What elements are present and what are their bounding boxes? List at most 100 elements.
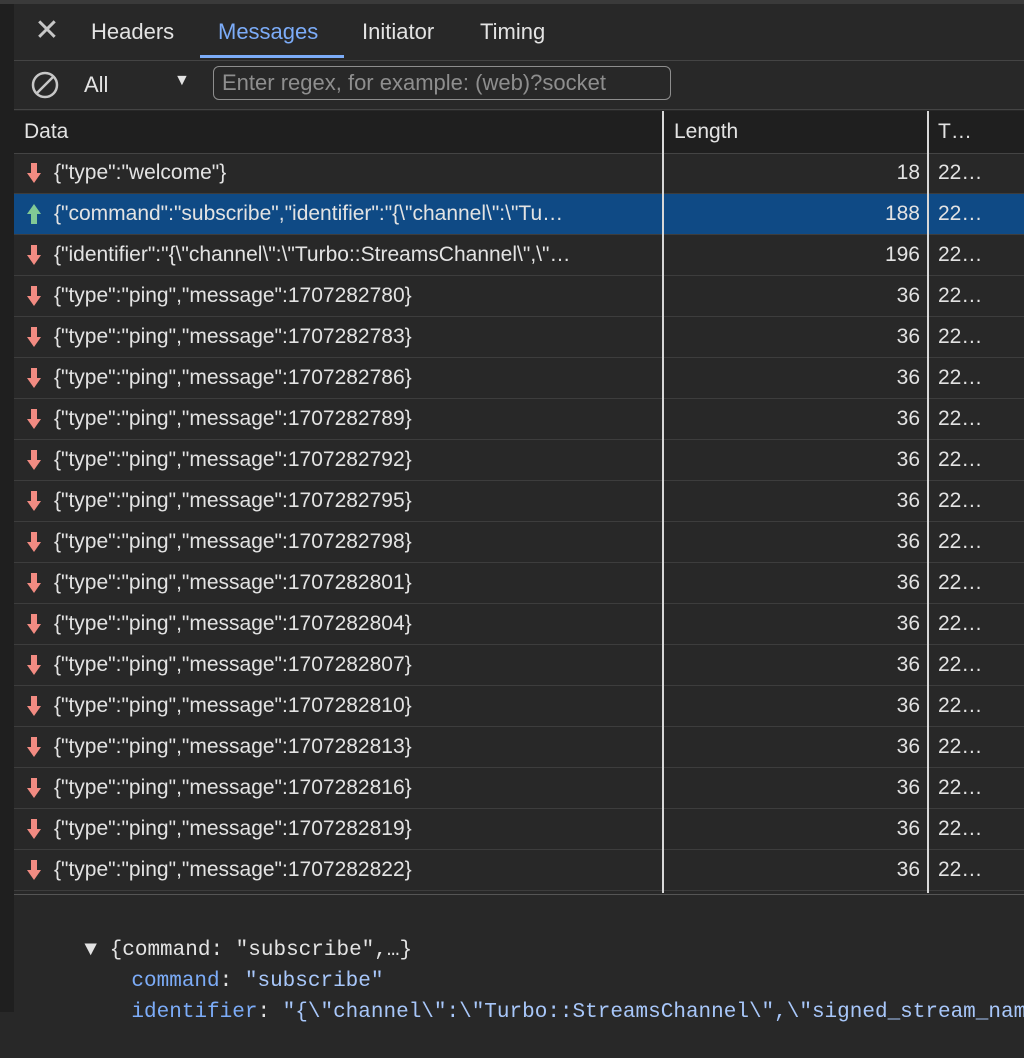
message-time: 22… — [938, 366, 983, 389]
table-row[interactable]: {"type":"ping","message":1707282795} 36 22… — [14, 481, 1024, 522]
message-length: 36 — [896, 366, 920, 389]
table-row[interactable]: {"type":"ping","message":1707282804} 36 22… — [14, 604, 1024, 645]
table-row[interactable]: {"type":"ping","message":1707282810} 36 22… — [14, 686, 1024, 727]
message-time: 22… — [938, 489, 983, 512]
message-length: 36 — [896, 653, 920, 676]
messages-toolbar: All ▼ — [14, 61, 1024, 110]
messages-table: Data Length T… {"type":"welcome"} 18 22… {"… — [14, 111, 1024, 893]
arrow-down-icon — [27, 368, 41, 388]
arrow-down-icon — [27, 286, 41, 306]
message-data: {"type":"ping","message":1707282798} — [54, 530, 412, 553]
message-length: 188 — [884, 202, 920, 225]
message-data: {"type":"ping","message":1707282819} — [54, 817, 412, 840]
message-time: 22… — [938, 694, 983, 717]
table-row[interactable]: {"command":"subscribe","identifier":"{\"… — [14, 194, 1024, 235]
message-data: {"type":"ping","message":1707282795} — [54, 489, 412, 512]
message-time: 22… — [938, 817, 983, 840]
table-row[interactable]: {"type":"ping","message":1707282819} 36 22… — [14, 809, 1024, 850]
tab-headers[interactable]: Headers — [91, 6, 174, 58]
table-row[interactable]: {"identifier":"{\"channel\":\"Turbo::Str… — [14, 235, 1024, 276]
arrow-down-icon — [27, 655, 41, 675]
message-length: 36 — [896, 448, 920, 471]
message-length: 36 — [896, 489, 920, 512]
tab-timing[interactable]: Timing — [480, 6, 545, 58]
table-row[interactable]: {"type":"ping","message":1707282816} 36 22… — [14, 768, 1024, 809]
message-length: 36 — [896, 325, 920, 348]
table-row[interactable]: {"type":"welcome"} 18 22… — [14, 153, 1024, 194]
message-data: {"type":"ping","message":1707282810} — [54, 694, 412, 717]
message-time: 22… — [938, 202, 983, 225]
tab-bar: ✕ Headers Messages Initiator Timing — [14, 6, 1024, 61]
arrow-up-icon — [27, 204, 41, 224]
arrow-down-icon — [27, 737, 41, 757]
table-row[interactable]: {"type":"ping","message":1707282783} 36 22… — [14, 317, 1024, 358]
arrow-down-icon — [27, 614, 41, 634]
column-header-time[interactable]: T… — [928, 111, 1024, 153]
table-row[interactable]: {"type":"ping","message":1707282798} 36 22… — [14, 522, 1024, 563]
active-tab-indicator — [200, 55, 344, 58]
chevron-down-icon[interactable]: ▼ — [174, 72, 190, 90]
message-data: {"type":"ping","message":1707282792} — [54, 448, 412, 471]
message-time: 22… — [938, 243, 983, 266]
message-time: 22… — [938, 735, 983, 758]
arrow-down-icon — [27, 450, 41, 470]
message-time: 22… — [938, 612, 983, 635]
message-length: 36 — [896, 530, 920, 553]
arrow-down-icon — [27, 409, 41, 429]
message-detail-panel: ▼ {command: "subscribe",…} command: "sub… — [14, 894, 1024, 1024]
column-header-data[interactable]: Data — [14, 111, 664, 153]
message-length: 36 — [896, 817, 920, 840]
message-data: {"type":"ping","message":1707282786} — [54, 366, 412, 389]
left-panel-edge — [0, 0, 14, 1012]
arrow-down-icon — [27, 245, 41, 265]
arrow-down-icon — [27, 491, 41, 511]
message-time: 22… — [938, 284, 983, 307]
message-length: 36 — [896, 694, 920, 717]
message-length: 36 — [896, 571, 920, 594]
arrow-down-icon — [27, 573, 41, 593]
table-row[interactable]: {"type":"ping","message":1707282822} 36 22… — [14, 850, 1024, 891]
table-row[interactable]: {"type":"ping","message":1707282786} 36 22… — [14, 358, 1024, 399]
table-row[interactable]: {"type":"ping","message":1707282792} 36 22… — [14, 440, 1024, 481]
table-row[interactable]: {"type":"ping","message":1707282801} 36 22… — [14, 563, 1024, 604]
arrow-down-icon — [27, 819, 41, 839]
tab-messages[interactable]: Messages — [218, 6, 318, 58]
arrow-down-icon — [27, 532, 41, 552]
message-type-select[interactable]: All — [84, 71, 108, 99]
message-data: {"type":"ping","message":1707282789} — [54, 407, 412, 430]
message-length: 196 — [884, 243, 920, 266]
message-time: 22… — [938, 325, 983, 348]
message-data: {"type":"ping","message":1707282822} — [54, 858, 412, 881]
column-divider[interactable] — [927, 111, 929, 893]
table-row[interactable]: {"type":"ping","message":1707282813} 36 22… — [14, 727, 1024, 768]
table-row[interactable]: {"type":"ping","message":1707282780} 36 22… — [14, 276, 1024, 317]
tab-initiator[interactable]: Initiator — [362, 6, 434, 58]
message-time: 22… — [938, 858, 983, 881]
message-data: {"command":"subscribe","identifier":"{\"… — [54, 202, 564, 225]
table-row[interactable]: {"type":"ping","message":1707282807} 36 22… — [14, 645, 1024, 686]
message-time: 22… — [938, 448, 983, 471]
detail-key: identifier — [131, 1001, 258, 1024]
column-header-length[interactable]: Length — [664, 111, 928, 153]
table-header: Data Length T… — [14, 111, 1024, 154]
message-data: {"type":"ping","message":1707282801} — [54, 571, 412, 594]
message-data: {"type":"ping","message":1707282780} — [54, 284, 412, 307]
column-divider[interactable] — [662, 111, 664, 893]
detail-value: "{\"channel\":\"Turbo::StreamsChannel\",… — [282, 1001, 1024, 1024]
block-icon[interactable] — [30, 70, 60, 100]
arrow-down-icon — [27, 860, 41, 880]
message-length: 18 — [896, 161, 920, 184]
arrow-down-icon — [27, 327, 41, 347]
filter-input[interactable] — [213, 66, 671, 100]
message-length: 36 — [896, 284, 920, 307]
message-time: 22… — [938, 161, 983, 184]
table-row[interactable]: {"type":"ping","message":1707282789} 36 22… — [14, 399, 1024, 440]
message-data: {"type":"ping","message":1707282807} — [54, 653, 412, 676]
message-length: 36 — [896, 612, 920, 635]
message-time: 22… — [938, 530, 983, 553]
message-length: 36 — [896, 858, 920, 881]
message-length: 36 — [896, 407, 920, 430]
message-time: 22… — [938, 776, 983, 799]
message-time: 22… — [938, 571, 983, 594]
close-icon[interactable]: ✕ — [34, 16, 60, 46]
